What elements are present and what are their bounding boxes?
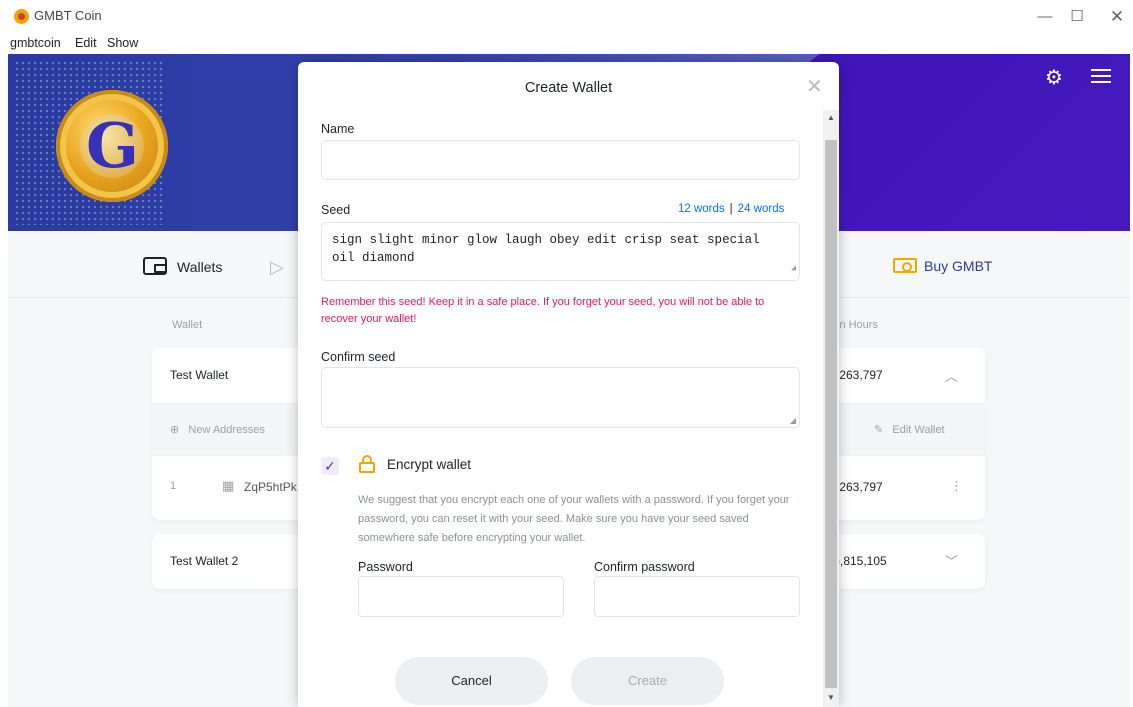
seed-12-words-link[interactable]: 12 words [678, 203, 725, 215]
new-addresses-label: New Addresses [188, 424, 265, 436]
seed-24-words-link[interactable]: 24 words [738, 203, 785, 215]
confirm-password-label: Confirm password [594, 560, 695, 574]
options-icon[interactable]: ⋮ [950, 478, 963, 494]
dialog-title: Create Wallet [524, 80, 613, 96]
dialog-body: Name Seed 12 words | 24 words sign slight … [298, 110, 823, 707]
name-input[interactable] [321, 140, 800, 180]
wallet-hours: ),815,105 [836, 554, 887, 568]
coin-g-icon: G [86, 109, 139, 182]
new-addresses-button[interactable]: ⊕ New Addresses [170, 423, 265, 436]
confirm-password-input[interactable] [594, 576, 800, 617]
window-title: GMBT Coin [34, 8, 102, 23]
resize-handle-icon[interactable]: ◢ [791, 260, 796, 278]
resize-handle-icon[interactable]: ◢ [790, 416, 796, 425]
send-icon[interactable]: ▷ [270, 258, 290, 276]
seed-length-selector: 12 words | 24 words [678, 203, 784, 215]
encrypt-wallet-label: Encrypt wallet [387, 457, 472, 472]
nav-wallets-label: Wallets [177, 259, 223, 275]
encrypt-description: We suggest that you encrypt each one of … [358, 494, 790, 544]
create-button[interactable]: Create [571, 657, 724, 705]
cancel-button[interactable]: Cancel [395, 657, 548, 705]
dialog-scrollbar[interactable]: ▲ ▼ [823, 110, 839, 707]
encrypt-checkbox[interactable]: ✓ [321, 457, 339, 475]
seed-textarea[interactable]: sign slight minor glow laugh obey edit c… [321, 222, 800, 281]
chevron-down-icon[interactable]: ﹀ [945, 551, 958, 570]
lock-icon [359, 455, 375, 474]
seed-separator: | [729, 203, 733, 215]
scroll-up-arrow-icon[interactable]: ▲ [827, 113, 835, 122]
gmbt-coin-logo: G [56, 90, 168, 202]
chevron-up-icon[interactable]: ︿ [945, 366, 958, 385]
address-text[interactable]: ZqP5htPk [244, 480, 297, 494]
scroll-down-arrow-icon[interactable]: ▼ [827, 693, 835, 702]
maximize-button[interactable]: ☐ [1057, 4, 1097, 30]
column-coin-hours: in Hours [837, 319, 878, 331]
confirm-seed-textarea[interactable]: ◢ [321, 367, 800, 428]
scroll-thumb[interactable] [825, 140, 837, 688]
edit-wallet-label: Edit Wallet [892, 424, 945, 436]
close-window-button[interactable]: ✕ [1097, 4, 1133, 30]
app-logo-icon [14, 9, 29, 24]
wallet-icon [143, 257, 167, 275]
hamburger-menu-icon[interactable] [1091, 69, 1111, 85]
wallet-hours: ,263,797 [836, 368, 883, 382]
qr-code-icon[interactable]: ▦ [222, 478, 234, 494]
confirm-seed-label: Confirm seed [321, 350, 396, 364]
menu-bar: gmbtcoin Edit Show [0, 34, 1133, 54]
seed-text: sign slight minor glow laugh obey edit c… [332, 233, 760, 265]
address-hours: ,263,797 [836, 480, 883, 494]
title-bar: GMBT Coin — ☐ ✕ [0, 0, 1133, 34]
password-input[interactable] [358, 576, 564, 617]
wallet-name: Test Wallet 2 [170, 554, 239, 568]
menu-show[interactable]: Show [107, 36, 138, 50]
name-label: Name [321, 122, 355, 136]
seed-label: Seed [321, 203, 351, 217]
close-icon[interactable]: ✕ [806, 74, 823, 99]
address-index: 1 [170, 480, 177, 492]
gear-icon[interactable]: ⚙ [1045, 68, 1063, 88]
menu-edit[interactable]: Edit [75, 36, 97, 50]
nav-buy-label: Buy GMBT [924, 258, 993, 274]
menu-gmbtcoin[interactable]: gmbtcoin [10, 36, 61, 50]
money-icon [893, 258, 917, 273]
column-wallet: Wallet [172, 319, 203, 331]
wallet-name: Test Wallet [170, 368, 229, 382]
seed-warning: Remember this seed! Keep it in a safe pl… [321, 296, 765, 325]
edit-wallet-button[interactable]: ✎ Edit Wallet [874, 423, 945, 436]
create-wallet-dialog: Create Wallet ✕ Name Seed 12 words | 24 wo… [298, 62, 839, 707]
password-label: Password [358, 560, 413, 574]
